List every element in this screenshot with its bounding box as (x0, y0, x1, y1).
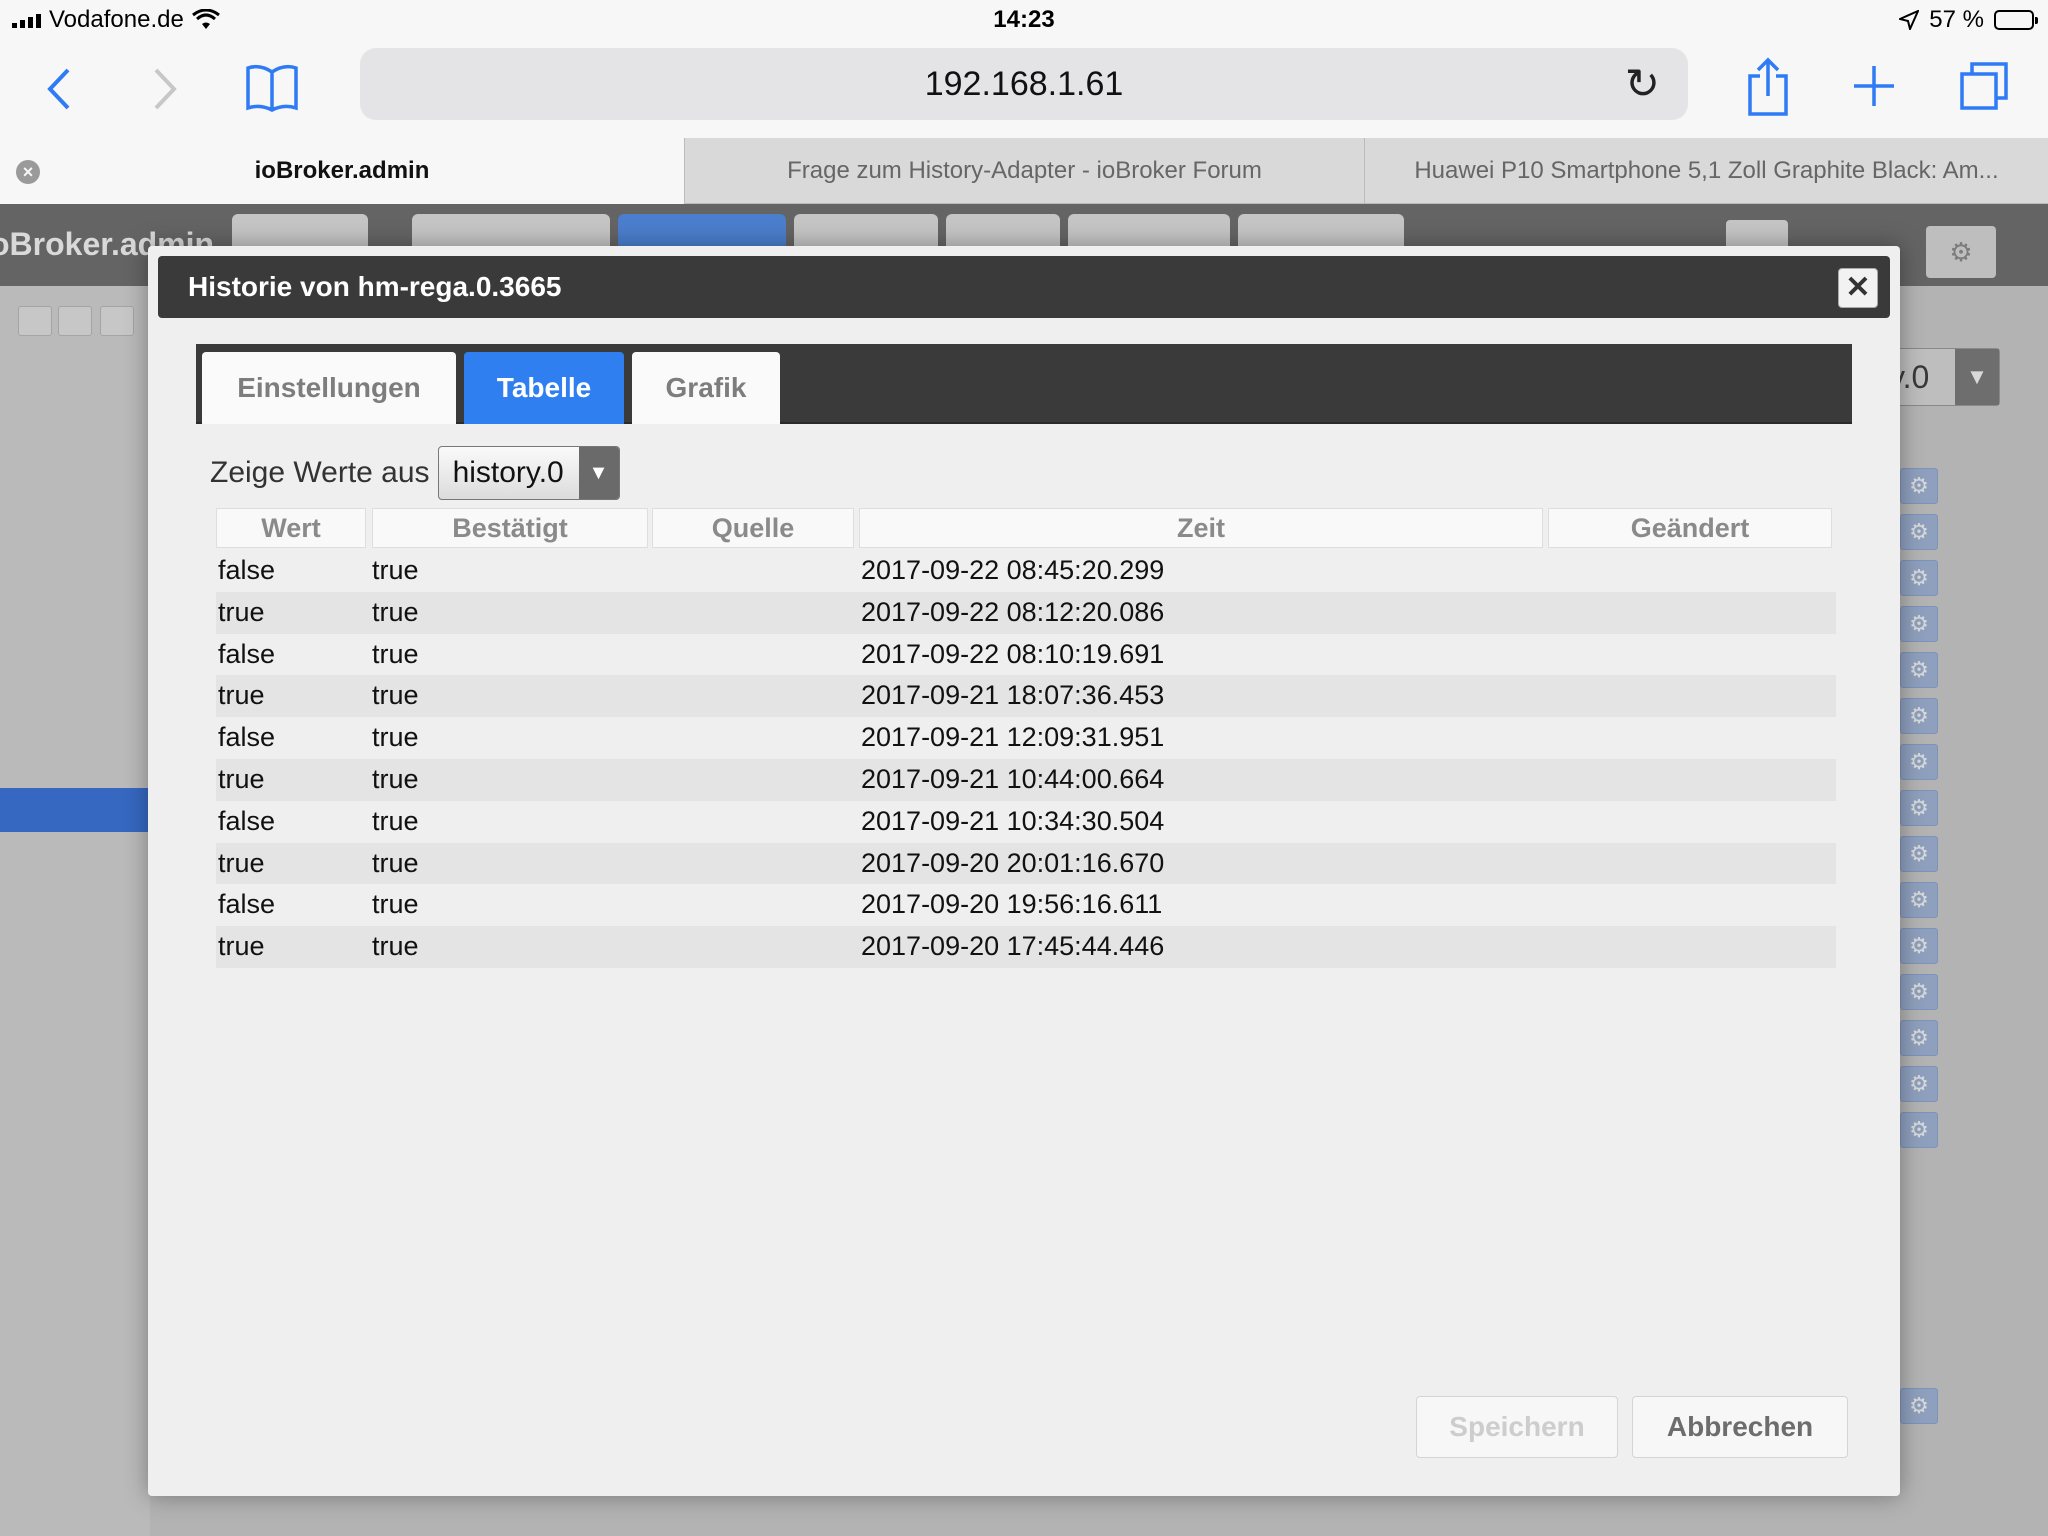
cell-wert: true (218, 596, 265, 627)
dialog-title-text: Historie von hm-rega.0.3665 (188, 271, 562, 302)
cell-zeit: 2017-09-22 08:45:20.299 (861, 555, 1165, 585)
cell-wert: false (218, 722, 276, 753)
bookmarks-icon[interactable] (244, 62, 300, 114)
browser-toolbar: 192.168.1.61 ↻ (0, 42, 2048, 138)
table-row[interactable]: true true 2017-09-20 20:01:16.670 (216, 842, 1836, 885)
column-header-wert[interactable]: Wert (216, 508, 366, 548)
history-table-body[interactable]: false true 2017-09-22 08:45:20.299 true true… (216, 550, 1836, 968)
browser-tab-label: Frage zum History-Adapter - ioBroker For… (787, 157, 1262, 184)
cell-wert: true (218, 680, 265, 711)
cell-zeit: 2017-09-21 10:44:00.664 (861, 763, 1165, 794)
history-dialog: Historie von hm-rega.0.3665 ✕ Einstellun… (148, 246, 1900, 1496)
cell-wert: false (218, 805, 276, 836)
tab-einstellungen[interactable]: Einstellungen (202, 352, 456, 424)
cell-wert: false (218, 638, 276, 669)
forward-icon[interactable] (150, 66, 180, 112)
cell-zeit: 2017-09-20 20:01:16.670 (861, 847, 1165, 878)
tab-grafik[interactable]: Grafik (632, 352, 780, 424)
table-row[interactable]: false true 2017-09-22 08:45:20.299 (216, 550, 1836, 592)
battery-icon (1994, 10, 2038, 30)
browser-tab-amazon[interactable]: Huawei P10 Smartphone 5,1 Zoll Graphite … (1364, 138, 2048, 204)
clock: 14:23 (993, 6, 1055, 33)
cell-zeit: 2017-09-20 19:56:16.611 (861, 889, 1163, 920)
table-row[interactable]: false true 2017-09-21 10:34:30.504 (216, 801, 1836, 843)
column-header-zeit[interactable]: Zeit (859, 508, 1543, 548)
cell-bestaetigt: true (372, 680, 419, 711)
url-bar[interactable]: 192.168.1.61 ↻ (360, 48, 1688, 120)
close-tab-icon[interactable]: × (16, 160, 40, 184)
share-icon[interactable] (1744, 56, 1792, 118)
history-instance-select[interactable]: history.0 ▼ (437, 446, 620, 500)
cell-bestaetigt: true (372, 638, 419, 669)
cell-bestaetigt: true (372, 931, 419, 962)
column-header-quelle[interactable]: Quelle (652, 508, 854, 548)
dialog-tabs: Einstellungen Tabelle Grafik (196, 344, 1852, 424)
column-header-geaendert[interactable]: Geändert (1548, 508, 1832, 548)
table-row[interactable]: false true 2017-09-21 12:09:31.951 (216, 717, 1836, 759)
cell-bestaetigt: true (372, 596, 419, 627)
filter-label: Zeige Werte aus (210, 456, 430, 489)
tab-tabelle[interactable]: Tabelle (464, 352, 624, 424)
table-row[interactable]: true true 2017-09-21 10:44:00.664 (216, 758, 1836, 801)
status-right: 57 % (1899, 6, 2038, 34)
cell-zeit: 2017-09-20 17:45:44.446 (861, 931, 1165, 962)
back-icon[interactable] (44, 66, 74, 112)
browser-tab-label: Huawei P10 Smartphone 5,1 Zoll Graphite … (1414, 157, 1999, 184)
browser-tab-bar: × ioBroker.admin Frage zum History-Adapt… (0, 138, 2048, 204)
cell-wert: true (218, 847, 265, 878)
browser-tab-iobroker[interactable]: × ioBroker.admin (0, 138, 684, 204)
cell-bestaetigt: true (372, 763, 419, 794)
save-button[interactable]: Speichern (1416, 1396, 1618, 1458)
status-bar: Vodafone.de 14:23 57 % (0, 0, 2048, 42)
tabs-overview-icon[interactable] (1958, 60, 2010, 112)
cell-wert: true (218, 931, 265, 962)
cell-bestaetigt: true (372, 805, 419, 836)
cell-zeit: 2017-09-21 12:09:31.951 (861, 722, 1165, 753)
filter-row: Zeige Werte aus history.0 ▼ (210, 446, 620, 500)
table-row[interactable]: false true 2017-09-22 08:10:19.691 (216, 634, 1836, 676)
cell-bestaetigt: true (372, 555, 419, 585)
cell-wert: true (218, 763, 265, 794)
cell-bestaetigt: true (372, 889, 419, 920)
close-icon[interactable]: ✕ (1838, 268, 1878, 308)
chevron-down-icon: ▼ (578, 447, 619, 499)
browser-tab-forum[interactable]: Frage zum History-Adapter - ioBroker For… (684, 138, 1364, 204)
reload-icon[interactable]: ↻ (1625, 48, 1660, 120)
location-arrow-icon (1899, 10, 1920, 30)
cell-zeit: 2017-09-21 10:34:30.504 (861, 805, 1165, 836)
url-text: 192.168.1.61 (924, 65, 1124, 103)
browser-tab-label: ioBroker.admin (254, 157, 430, 184)
battery-percent: 57 % (1929, 6, 1984, 33)
filter-select-value: history.0 (452, 456, 564, 489)
cell-bestaetigt: true (372, 722, 419, 753)
table-row[interactable]: false true 2017-09-20 19:56:16.611 (216, 884, 1836, 926)
cell-zeit: 2017-09-21 18:07:36.453 (861, 680, 1165, 711)
cell-wert: false (218, 889, 276, 920)
new-tab-icon[interactable] (1852, 64, 1896, 108)
cell-zeit: 2017-09-22 08:10:19.691 (861, 638, 1165, 669)
table-row[interactable]: true true 2017-09-20 17:45:44.446 (216, 926, 1836, 968)
cell-zeit: 2017-09-22 08:12:20.086 (861, 596, 1165, 627)
dialog-title: Historie von hm-rega.0.3665 ✕ (158, 256, 1890, 318)
table-header: Wert Bestätigt Quelle Zeit Geändert (216, 508, 1836, 548)
cancel-button[interactable]: Abbrechen (1632, 1396, 1848, 1458)
cell-bestaetigt: true (372, 847, 419, 878)
table-row[interactable]: true true 2017-09-21 18:07:36.453 (216, 675, 1836, 718)
column-header-bestaetigt[interactable]: Bestätigt (372, 508, 648, 548)
table-row[interactable]: true true 2017-09-22 08:12:20.086 (216, 591, 1836, 634)
cell-wert: false (218, 555, 276, 585)
